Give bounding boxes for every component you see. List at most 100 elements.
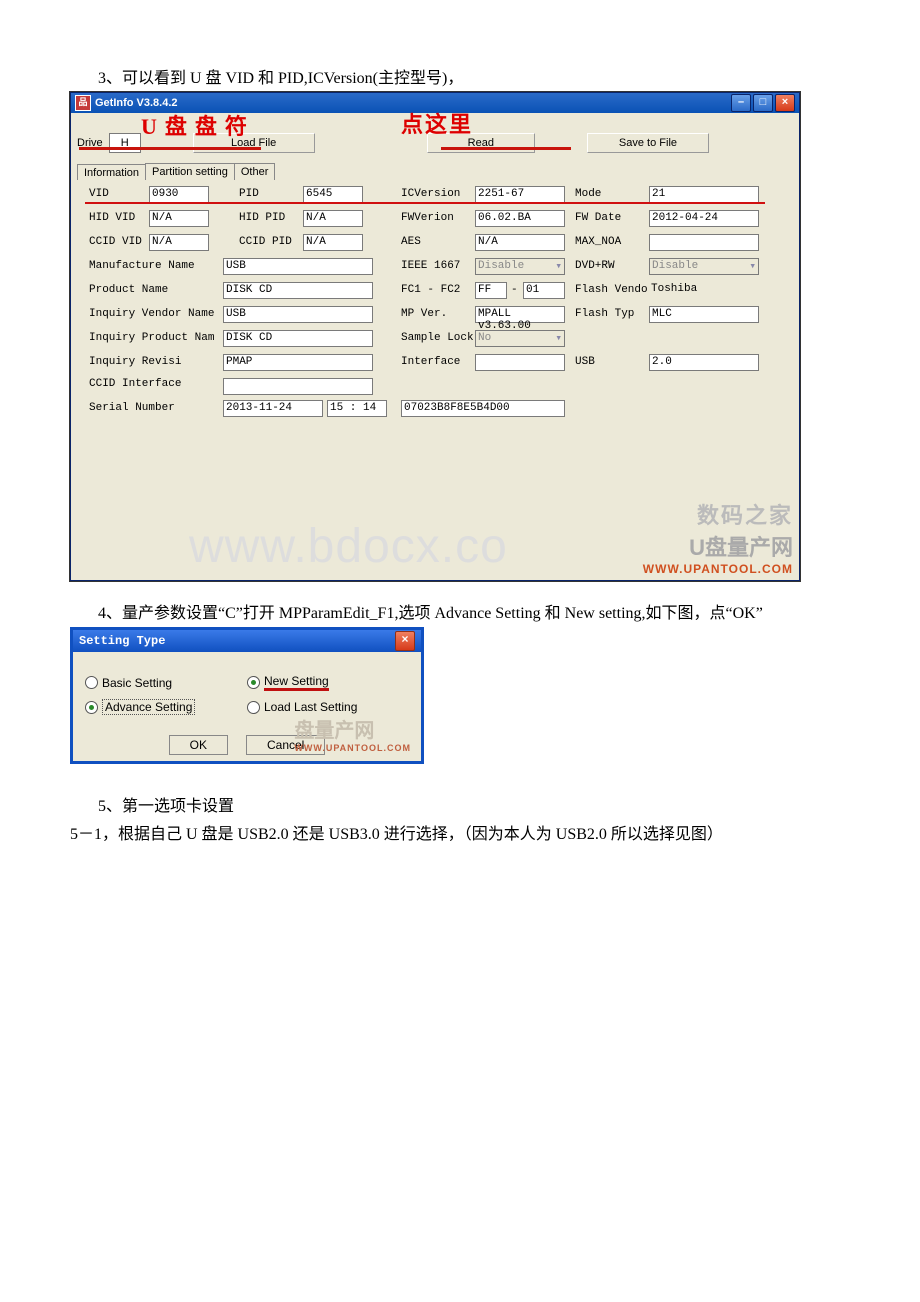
- setting-type-dialog: Setting Type × Basic Setting New Setting…: [70, 627, 424, 764]
- radio-label: New Setting: [264, 674, 329, 691]
- annotation-underline-drive: [79, 147, 261, 150]
- cancel-button[interactable]: Cancel: [246, 735, 325, 755]
- tab-information[interactable]: Information: [77, 164, 146, 181]
- lbl-ipn: Inquiry Product Nam: [89, 332, 214, 344]
- tab-partition[interactable]: Partition setting: [145, 163, 235, 180]
- paragraph-5-1: 5－1，根据自己 U 盘是 USB2.0 还是 USB3.0 进行选择，（因为本…: [70, 820, 850, 844]
- radio-icon: [247, 701, 260, 714]
- field-flashtype[interactable]: MLC: [649, 306, 759, 323]
- lbl-maxnoa: MAX_NOA: [575, 236, 621, 248]
- lbl-usb: USB: [575, 356, 595, 368]
- annotation-underline-read: [441, 147, 571, 150]
- save-to-file-button[interactable]: Save to File: [587, 133, 709, 153]
- getinfo-window: 品 GetInfo V3.8.4.2 – □ × U盘盘符 点这里 Drive …: [70, 92, 800, 581]
- radio-advance-setting[interactable]: Advance Setting: [85, 695, 247, 719]
- lbl-product: Product Name: [89, 284, 168, 296]
- titlebar[interactable]: 品 GetInfo V3.8.4.2 – □ ×: [71, 93, 799, 113]
- field-mpver[interactable]: MPALL v3.63.00: [475, 306, 565, 323]
- field-ieee1667[interactable]: Disable: [475, 258, 565, 275]
- field-mode[interactable]: 21: [649, 186, 759, 203]
- field-vid[interactable]: 0930: [149, 186, 209, 203]
- lbl-icversion: ICVersion: [401, 188, 460, 200]
- lbl-flashvendor: Flash Vendo: [575, 284, 648, 296]
- annotation-row-underline: [85, 202, 765, 204]
- radio-icon: [85, 701, 98, 714]
- lbl-mpver: MP Ver.: [401, 308, 447, 320]
- lbl-aes: AES: [401, 236, 421, 248]
- information-panel: VID 0930 PID 6545 ICVersion 2251-67 Mode…: [71, 180, 799, 580]
- field-ccidpid[interactable]: N/A: [303, 234, 363, 251]
- lbl-ccidvid: CCID VID: [89, 236, 142, 248]
- lbl-pid: PID: [239, 188, 259, 200]
- radio-load-last-setting[interactable]: Load Last Setting: [247, 695, 409, 719]
- lbl-irev: Inquiry Revisi: [89, 356, 181, 368]
- maximize-button[interactable]: □: [753, 94, 773, 112]
- lbl-interface: Interface: [401, 356, 460, 368]
- field-ipn[interactable]: DISK CD: [223, 330, 373, 347]
- radio-basic-setting[interactable]: Basic Setting: [85, 670, 247, 695]
- dialog-titlebar[interactable]: Setting Type ×: [73, 630, 421, 652]
- radio-label: Load Last Setting: [264, 700, 357, 714]
- radio-new-setting[interactable]: New Setting: [247, 670, 409, 695]
- paragraph-3: 3、可以看到 U 盘 VID 和 PID,ICVersion(主控型号)，: [70, 64, 850, 88]
- field-serial-value[interactable]: 07023B8F8E5B4D00: [401, 400, 565, 417]
- window-title: GetInfo V3.8.4.2: [95, 97, 178, 109]
- lbl-serial: Serial Number: [89, 402, 175, 414]
- lbl-ieee1667: IEEE 1667: [401, 260, 460, 272]
- paragraph-5: 5、第一选项卡设置: [70, 792, 850, 816]
- field-fc1[interactable]: FF: [475, 282, 507, 299]
- dialog-close-button[interactable]: ×: [395, 631, 415, 651]
- app-icon: 品: [75, 95, 91, 111]
- field-serial-time[interactable]: 15 : 14: [327, 400, 387, 417]
- lbl-flashtype: Flash Typ: [575, 308, 634, 320]
- minimize-button[interactable]: –: [731, 94, 751, 112]
- field-serial-date[interactable]: 2013-11-24: [223, 400, 323, 417]
- radio-label: Basic Setting: [102, 676, 172, 690]
- tab-other[interactable]: Other: [234, 163, 276, 180]
- radio-label: Advance Setting: [102, 699, 195, 715]
- field-fwverion[interactable]: 06.02.BA: [475, 210, 565, 227]
- dialog-title: Setting Type: [79, 634, 165, 648]
- field-ccidvid[interactable]: N/A: [149, 234, 209, 251]
- lbl-ccidpid: CCID PID: [239, 236, 292, 248]
- field-icversion[interactable]: 2251-67: [475, 186, 565, 203]
- field-interface[interactable]: [475, 354, 565, 371]
- field-fc2[interactable]: 01: [523, 282, 565, 299]
- lbl-mode: Mode: [575, 188, 601, 200]
- field-pid[interactable]: 6545: [303, 186, 363, 203]
- field-maxnoa[interactable]: [649, 234, 759, 251]
- field-aes[interactable]: N/A: [475, 234, 565, 251]
- watermark-bdocx: www.bdocx.co: [189, 519, 508, 574]
- field-dvdrw[interactable]: Disable: [649, 258, 759, 275]
- lbl-ivn: Inquiry Vendor Name: [89, 308, 214, 320]
- watermark-upantool: 数码之家 U盘量产网 WWW.UPANTOOL.COM: [643, 498, 793, 576]
- drive-select[interactable]: H: [109, 133, 141, 153]
- field-ccidif[interactable]: [223, 378, 373, 395]
- lbl-ccidif: CCID Interface: [89, 378, 181, 390]
- close-button[interactable]: ×: [775, 94, 795, 112]
- field-fwdate[interactable]: 2012-04-24: [649, 210, 759, 227]
- lbl-fwverion: FWVerion: [401, 212, 454, 224]
- lbl-hidpid: HID PID: [239, 212, 285, 224]
- radio-icon: [247, 676, 260, 689]
- field-usb[interactable]: 2.0: [649, 354, 759, 371]
- field-ivn[interactable]: USB: [223, 306, 373, 323]
- paragraph-4: 4、量产参数设置“C”打开 MPParamEdit_F1,选项 Advance …: [70, 599, 850, 623]
- radio-icon: [85, 676, 98, 689]
- read-button[interactable]: Read: [427, 133, 535, 153]
- field-mfg[interactable]: USB: [223, 258, 373, 275]
- lbl-samplelock: Sample Lock: [401, 332, 474, 344]
- field-hidvid[interactable]: N/A: [149, 210, 209, 227]
- ok-button[interactable]: OK: [169, 735, 228, 755]
- lbl-fc: FC1 - FC2: [401, 284, 460, 296]
- lbl-fwdate: FW Date: [575, 212, 621, 224]
- lbl-dvdrw: DVD+RW: [575, 260, 615, 272]
- field-irev[interactable]: PMAP: [223, 354, 373, 371]
- toolbar: U盘盘符 点这里 Drive H Load File Read Save to …: [71, 113, 799, 159]
- load-file-button[interactable]: Load File: [193, 133, 315, 153]
- field-hidpid[interactable]: N/A: [303, 210, 363, 227]
- lbl-vid: VID: [89, 188, 109, 200]
- field-product[interactable]: DISK CD: [223, 282, 373, 299]
- fc-dash: -: [511, 284, 518, 296]
- field-samplelock[interactable]: No: [475, 330, 565, 347]
